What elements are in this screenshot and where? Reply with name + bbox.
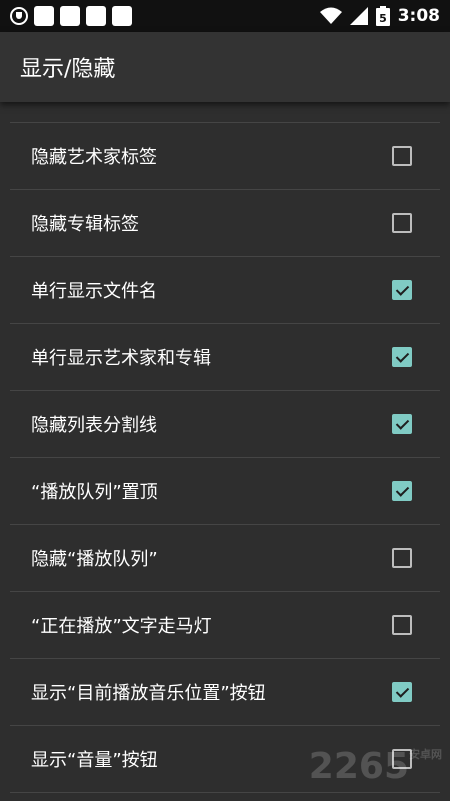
notification-icon xyxy=(112,6,132,26)
shield-icon xyxy=(10,7,28,25)
setting-single-line-filename[interactable]: 单行显示文件名 xyxy=(10,257,440,324)
setting-show-position-button[interactable]: 显示“目前播放音乐位置”按钮 xyxy=(10,659,440,726)
clock: 3:08 xyxy=(397,6,440,26)
checkbox[interactable] xyxy=(392,414,412,434)
app-bar: 显示/隐藏 xyxy=(0,32,450,102)
status-bar: 5 3:08 xyxy=(0,0,450,32)
wifi-icon xyxy=(319,7,342,24)
notification-icon xyxy=(60,6,80,26)
setting-label: 隐藏专辑标签 xyxy=(31,214,139,235)
setting-label: 单行显示文件名 xyxy=(31,281,157,302)
checkbox[interactable] xyxy=(392,213,412,233)
setting-single-line-artist-album[interactable]: 单行显示艺术家和专辑 xyxy=(10,324,440,391)
setting-hide-list-divider[interactable]: 隐藏列表分割线 xyxy=(10,391,440,458)
checkbox[interactable] xyxy=(392,146,412,166)
setting-label: 单行显示艺术家和专辑 xyxy=(31,348,211,369)
signal-icon xyxy=(349,7,368,25)
checkbox[interactable] xyxy=(392,548,412,568)
setting-now-playing-marquee[interactable]: “正在播放”文字走马灯 xyxy=(10,592,440,659)
notification-icon xyxy=(34,6,54,26)
setting-label: 隐藏“播放队列” xyxy=(31,549,158,570)
watermark-text: 2265 xyxy=(308,746,409,787)
settings-list: 隐藏艺术家标签 隐藏专辑标签 单行显示文件名 单行显示艺术家和专辑 隐藏列表分割… xyxy=(10,102,440,793)
checkbox[interactable] xyxy=(392,280,412,300)
watermark: 2265安卓网 xyxy=(309,746,442,787)
setting-label: 显示“目前播放音乐位置”按钮 xyxy=(31,683,266,704)
checkbox[interactable] xyxy=(392,615,412,635)
page-title: 显示/隐藏 xyxy=(20,57,116,82)
setting-hide-artist-tag[interactable]: 隐藏艺术家标签 xyxy=(10,123,440,190)
setting-label: “正在播放”文字走马灯 xyxy=(31,616,212,637)
battery-icon: 5 xyxy=(375,6,390,26)
setting-hide-album-tag[interactable]: 隐藏专辑标签 xyxy=(10,190,440,257)
setting-hide-queue[interactable]: 隐藏“播放队列” xyxy=(10,525,440,592)
watermark-sub: 安卓网 xyxy=(409,748,442,761)
setting-label: “播放队列”置顶 xyxy=(31,482,158,503)
setting-queue-on-top[interactable]: “播放队列”置顶 xyxy=(10,458,440,525)
setting-label: 隐藏列表分割线 xyxy=(31,415,157,436)
checkbox[interactable] xyxy=(392,682,412,702)
battery-level: 5 xyxy=(379,12,387,25)
divider xyxy=(10,102,440,123)
setting-label: 隐藏艺术家标签 xyxy=(31,147,157,168)
notification-icon xyxy=(86,6,106,26)
checkbox[interactable] xyxy=(392,481,412,501)
checkbox[interactable] xyxy=(392,347,412,367)
